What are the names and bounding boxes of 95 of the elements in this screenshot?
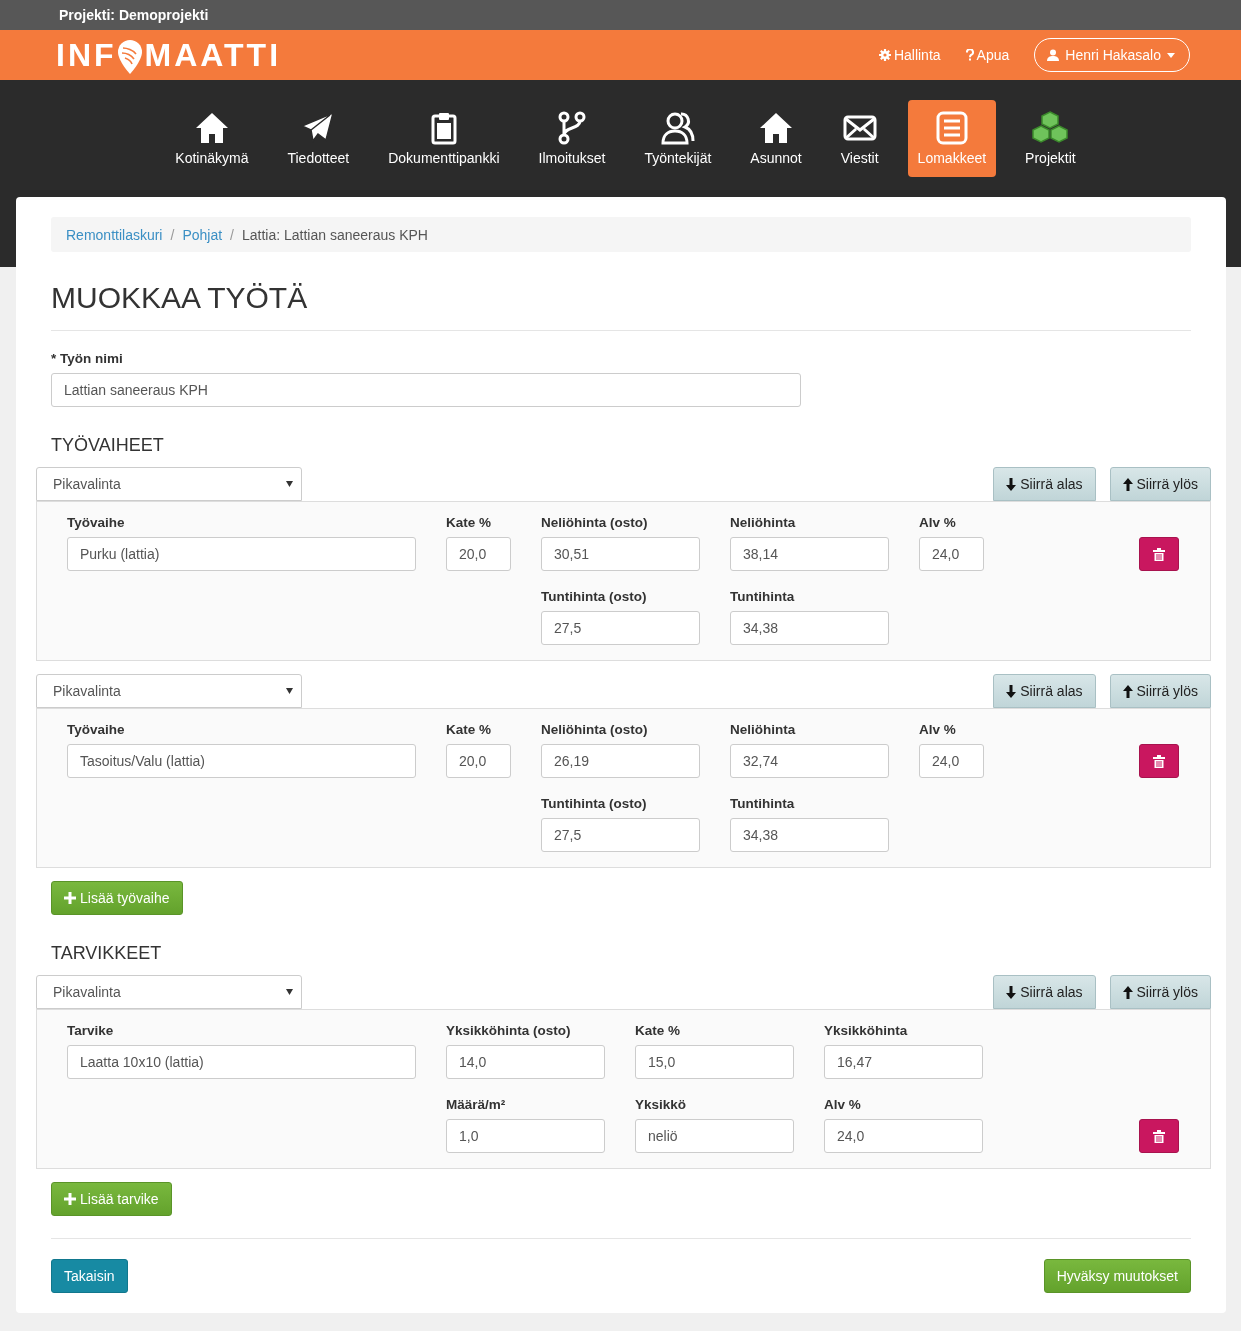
input-field[interactable]: 32,74 [730,744,889,778]
field-label: Neliöhinta (osto) [541,515,649,530]
breadcrumb-separator: / [170,226,175,243]
arrow-up-icon [1122,477,1133,491]
field-label: Tuntihinta (osto) [541,796,648,811]
caret-icon [286,688,293,694]
field-label: Alv % [919,515,957,530]
trash-icon [1153,754,1165,768]
input-field[interactable]: 14,0 [446,1045,605,1079]
field-label: Neliöhinta [730,515,797,530]
quick-select[interactable]: Pikavalinta [36,467,302,501]
field-label: Tuntihinta [730,589,796,604]
move-up-button[interactable]: Siirrä ylös [1109,467,1211,501]
field-label: Määrä/m² [446,1097,507,1112]
caret-icon [286,989,293,995]
pin-icon [116,39,143,75]
input-field[interactable]: 20,0 [446,537,511,571]
arrow-up-icon [1122,684,1133,698]
field-label: Tuntihinta [730,796,796,811]
field-label: Alv % [919,722,957,737]
field-label: Kate % [446,722,492,737]
trash-icon [1153,1129,1165,1143]
input-field[interactable]: 1,0 [446,1119,605,1153]
arrow-up-icon [1122,985,1133,999]
breadcrumb-separator: / [230,226,234,243]
move-up-button[interactable]: Siirrä ylös [1109,975,1211,1009]
nav-tab[interactable]: Ilmoitukset [528,100,616,177]
caret-icon [1167,52,1175,58]
plus-icon [64,892,76,904]
nav-tab[interactable]: Asunnot [740,100,812,177]
field-label: Yksikköhinta (osto) [446,1023,572,1038]
help-icon [965,49,974,61]
back-button[interactable]: Takaisin [51,1259,128,1293]
field-label: Tarvike [67,1023,115,1038]
arrow-down-icon [1006,985,1017,999]
nav-tab[interactable]: Projektit [1015,100,1086,177]
field-label: * Työn nimi [51,351,124,366]
field-label: Alv % [824,1097,862,1112]
caret-icon [286,481,293,487]
section-title: TARVIKKEET [51,943,163,964]
input-field[interactable]: 38,14 [730,537,889,571]
nav-tab[interactable]: Viestit [830,100,889,177]
input-field[interactable]: Purku (lattia) [67,537,416,571]
section-title: TYÖVAIHEET [51,435,165,456]
input-field[interactable]: 24,0 [824,1119,983,1153]
trash-icon [1153,547,1165,561]
field-label: Neliöhinta (osto) [541,722,649,737]
input-field[interactable]: 34,38 [730,611,889,645]
quick-select[interactable]: Pikavalinta [36,975,302,1009]
breadcrumb-current: Lattia: Lattian saneeraus KPH [241,226,428,243]
field-label: Kate % [635,1023,681,1038]
input-field[interactable]: 24,0 [919,744,984,778]
nav-tab[interactable]: Kotinäkymä [165,100,259,177]
nav-tab[interactable]: Dokumenttipankki [378,100,510,177]
input-field[interactable]: 15,0 [635,1045,794,1079]
move-down-button[interactable]: Siirrä alas [993,467,1096,501]
delete-button[interactable] [1139,1119,1179,1153]
input-field[interactable]: Laatta 10x10 (lattia) [67,1045,416,1079]
input-field[interactable]: 24,0 [919,537,984,571]
delete-button[interactable] [1139,744,1179,778]
field-label: Neliöhinta [730,722,797,737]
input-field[interactable]: 27,5 [541,611,700,645]
input-field[interactable]: 16,47 [824,1045,983,1079]
job-name-field[interactable]: Lattian saneeraus KPH [51,373,801,407]
input-field[interactable]: neliö [635,1119,794,1153]
input-field[interactable]: 20,0 [446,744,511,778]
input-field[interactable]: 26,19 [541,744,700,778]
field-label: Työvaihe [67,515,126,530]
field-label: Kate % [446,515,492,530]
delete-button[interactable] [1139,537,1179,571]
input-field[interactable]: 30,51 [541,537,700,571]
settings-icon [878,49,891,61]
plus-icon [64,1193,76,1205]
field-label: Työvaihe [67,722,126,737]
project-title: Projekti: Demoprojekti [59,7,209,23]
input-field[interactable]: 34,38 [730,818,889,852]
field-label: Yksikkö [635,1097,688,1112]
move-down-button[interactable]: Siirrä alas [993,975,1096,1009]
move-up-button[interactable]: Siirrä ylös [1109,674,1211,708]
input-field[interactable]: 27,5 [541,818,700,852]
nav-tab[interactable]: Työntekijät [634,100,722,177]
page-title: MUOKKAA TYÖTÄ [51,280,309,316]
logo-text: INF [56,36,117,74]
users-icon [659,111,696,145]
arrow-down-icon [1006,477,1017,491]
nav-tab[interactable]: Tiedotteet [277,100,360,177]
field-label: Yksikköhinta [824,1023,909,1038]
cubes-icon [1032,111,1069,145]
arrow-down-icon [1006,684,1017,698]
quick-select[interactable]: Pikavalinta [36,674,302,708]
logo-text: MAATTI [144,36,282,74]
move-down-button[interactable]: Siirrä alas [993,674,1096,708]
field-label: Tuntihinta (osto) [541,589,648,604]
user-icon [1047,49,1060,61]
input-field[interactable]: Tasoitus/Valu (lattia) [67,744,416,778]
